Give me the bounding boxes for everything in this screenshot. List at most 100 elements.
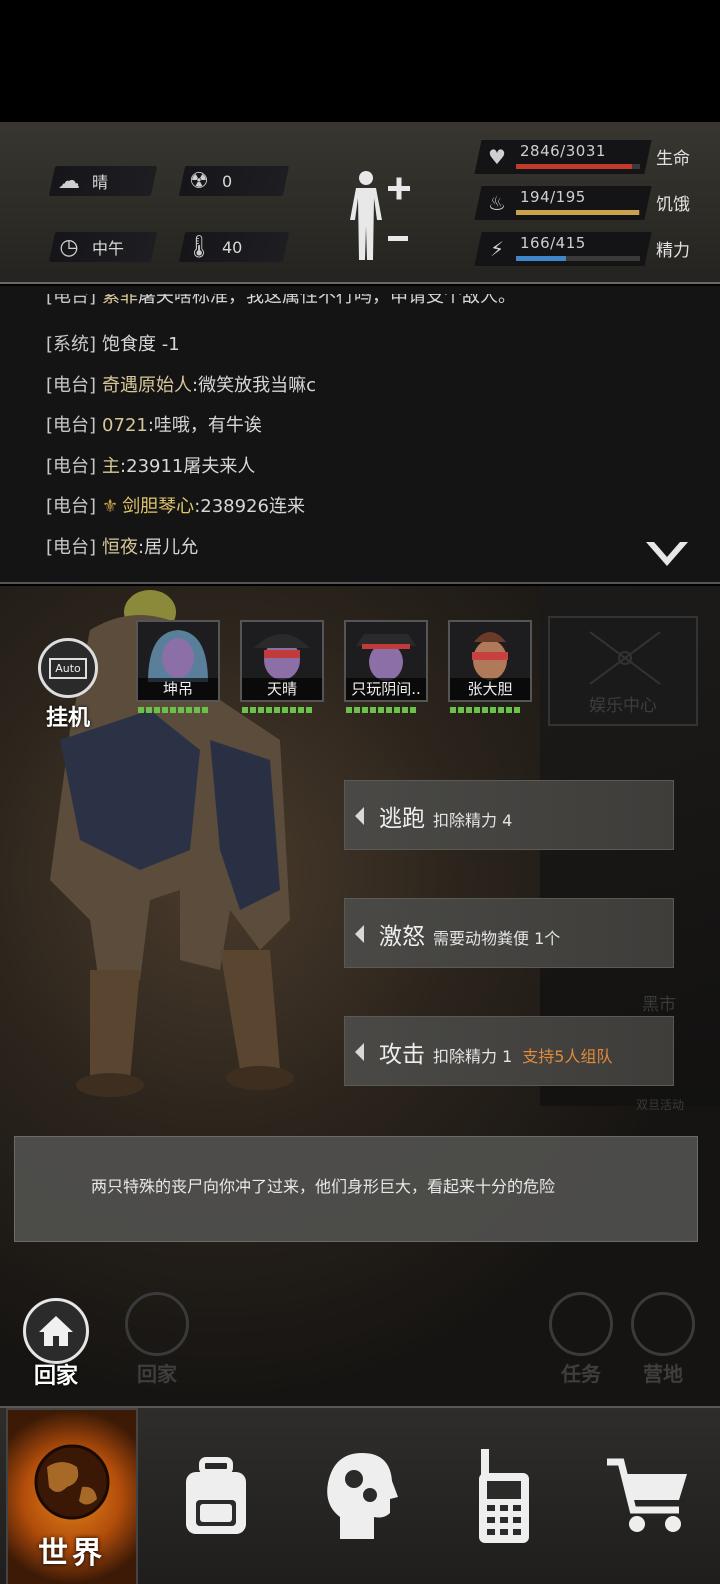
chat-line: [电台] 紫菲屠夫啥标准，我这属性不行吗，申请支个敌人。 — [46, 286, 517, 307]
attack-button[interactable]: 攻击 扣除精力 1 支持5人组队 — [344, 1016, 674, 1086]
entertainment-center[interactable]: 娱乐中心 — [548, 616, 698, 726]
auto-icon: Auto — [38, 638, 98, 698]
party-hp-pips — [136, 707, 220, 713]
party-member-name: 张大胆 — [450, 678, 530, 700]
avatar: 坤吊 — [136, 620, 220, 702]
flee-label: 逃跑 — [379, 806, 425, 832]
stomach-icon: ♨ — [488, 191, 506, 215]
party-hp-pips — [344, 707, 428, 713]
bottom-nav: 世界 — [0, 1406, 720, 1584]
double-event-label[interactable]: 双旦活动 — [636, 1096, 684, 1113]
party-hp-pips — [240, 707, 324, 713]
hunger-label: 饥饿 — [656, 195, 690, 215]
nav-world[interactable]: 世界 — [6, 1408, 138, 1584]
head-gears-icon — [327, 1453, 398, 1539]
energy-label: 精力 — [656, 241, 690, 261]
black-market-label[interactable]: 黑市 — [642, 990, 676, 1015]
flee-cost: 扣除精力 4 — [433, 811, 513, 830]
arrow-left-icon — [355, 925, 364, 943]
chat-line: [电台] ⚜ 剑胆琴心:238926连来 — [46, 496, 305, 517]
avatar: 只玩阴间.. — [344, 620, 428, 702]
nav-backpack[interactable] — [144, 1408, 288, 1584]
house-icon — [23, 1298, 89, 1364]
nav-skills[interactable] — [288, 1408, 432, 1584]
health-value: 2846/3031 — [520, 142, 606, 160]
entertainment-label: 娱乐中心 — [589, 696, 657, 716]
walkie-talkie-icon — [479, 1449, 529, 1543]
arrow-left-icon — [355, 1043, 364, 1061]
thermometer-icon: 🌡 — [185, 234, 213, 260]
heart-icon: ♥ — [488, 145, 506, 169]
provoke-cost: 需要动物粪便 1个 — [433, 929, 561, 948]
attack-cost: 扣除精力 1 支持5人组队 — [433, 1047, 613, 1066]
energy-bar — [516, 256, 640, 261]
entertainment-icon — [589, 631, 661, 685]
avatar: 张大胆 — [448, 620, 532, 702]
party-hp-pips — [448, 707, 532, 713]
time-pill: ◷ 中午 — [48, 232, 158, 262]
vip-badge-icon: ⚜ — [102, 496, 119, 517]
task-button[interactable]: 任务 — [546, 1292, 616, 1387]
ghost-home-button: 回家 — [122, 1292, 192, 1387]
portrait-icon — [356, 634, 416, 681]
party-member-name: 坤吊 — [138, 678, 218, 700]
chat-line: [电台] 0721:哇哦，有牛诶 — [46, 415, 262, 436]
story-text: 两只特殊的丧尸向你冲了过来，他们身形巨大，看起来十分的危险 — [91, 1177, 556, 1196]
health-label: 生命 — [656, 149, 690, 169]
brain-energy-icon: ⚡ — [489, 237, 505, 261]
provoke-button[interactable]: 激怒 需要动物粪便 1个 — [344, 898, 674, 968]
chat-line: [电台] 主:23911屠夫来人 — [46, 456, 256, 477]
energy-stat: ⚡ 166/415 精力 — [474, 230, 700, 268]
chat-line: [系统] 饱食度 -1 — [46, 334, 180, 355]
arrow-left-icon — [355, 807, 364, 825]
chat-line: [电台] 奇遇原始人:微笑放我当嘛c — [46, 375, 317, 396]
party-member[interactable]: 张大胆 — [448, 620, 532, 730]
clock-icon: ◷ — [59, 234, 79, 260]
backpack-icon — [186, 1457, 246, 1534]
camp-button[interactable]: 营地 — [628, 1292, 698, 1387]
home-label: 回家 — [33, 1364, 78, 1389]
nav-radio[interactable] — [432, 1408, 576, 1584]
party-member[interactable]: 坤吊 — [136, 620, 220, 730]
globe-icon — [34, 1444, 110, 1520]
weather-value: 晴 — [92, 173, 109, 192]
radiation-value: 0 — [222, 171, 233, 191]
home-button[interactable]: 回家 — [20, 1298, 92, 1394]
party-member-name: 天晴 — [242, 678, 322, 700]
attack-label: 攻击 — [379, 1042, 425, 1068]
health-stat: ♥ 2846/3031 生命 — [474, 138, 700, 176]
status-hud: ☁ 晴 ☢ 0 ◷ 中午 🌡 40 ♥ 2846/3031 生命 ♨ 194/1… — [0, 122, 720, 284]
energy-value: 166/415 — [520, 234, 586, 252]
party-member-name: 只玩阴间.. — [346, 678, 426, 700]
flee-button[interactable]: 逃跑 扣除精力 4 — [344, 780, 674, 850]
battle-scene: 娱乐中心 黑市 双旦活动 Auto 挂机 坤吊 天晴 只玩阴间.. 张大胆 逃跑… — [0, 586, 720, 1406]
radiation-icon: ☢ — [189, 168, 209, 194]
team-support-label: 支持5人组队 — [522, 1047, 613, 1066]
nav-shop[interactable] — [576, 1408, 720, 1584]
temperature-pill: 🌡 40 — [178, 232, 290, 262]
chevron-down-icon[interactable] — [644, 540, 690, 570]
cloud-sun-icon: ☁ — [58, 168, 80, 194]
auto-battle-button[interactable]: Auto 挂机 — [34, 638, 102, 731]
health-bar — [516, 164, 640, 169]
radiation-pill: ☢ 0 — [178, 166, 290, 196]
party-member[interactable]: 天晴 — [240, 620, 324, 730]
hunger-value: 194/195 — [520, 188, 586, 206]
chat-line: [电台] 恒夜:居儿允 — [46, 537, 199, 558]
hunger-bar — [516, 210, 640, 215]
character-body-icon[interactable] — [340, 166, 420, 266]
party-member[interactable]: 只玩阴间.. — [344, 620, 428, 730]
weather-pill: ☁ 晴 — [48, 166, 158, 196]
shopping-cart-icon — [607, 1458, 687, 1532]
time-value: 中午 — [92, 239, 125, 258]
chat-panel[interactable]: [电台] 紫菲屠夫啥标准，我这属性不行吗，申请支个敌人。 [系统] 饱食度 -1 [… — [0, 286, 720, 584]
avatar: 天晴 — [240, 620, 324, 702]
auto-label: 挂机 — [45, 706, 90, 731]
portrait-icon — [148, 630, 208, 682]
story-message-box: 两只特殊的丧尸向你冲了过来，他们身形巨大，看起来十分的危险 — [14, 1136, 698, 1242]
temperature-value: 40 — [222, 237, 243, 257]
provoke-label: 激怒 — [379, 924, 425, 950]
portrait-icon — [254, 634, 310, 680]
hunger-stat: ♨ 194/195 饥饿 — [474, 184, 700, 222]
world-label: 世界 — [38, 1536, 106, 1571]
